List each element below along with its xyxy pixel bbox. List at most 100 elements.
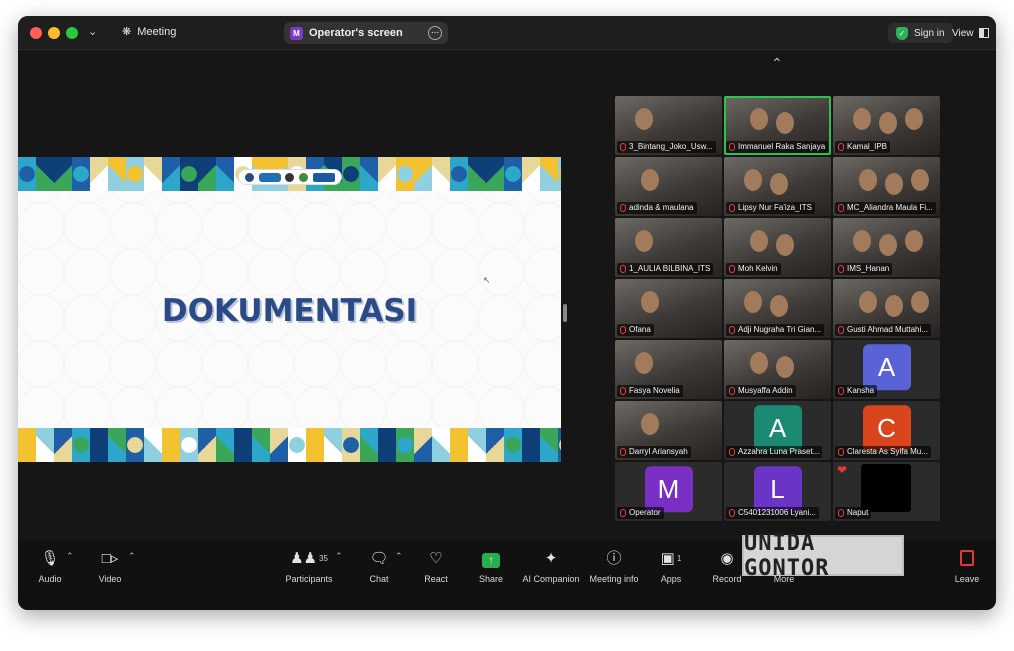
- participant-tile[interactable]: Immanuel Raka Sanjaya: [724, 96, 831, 155]
- video-button[interactable]: □▹ ⌃ Video: [78, 550, 142, 584]
- muted-microphone-icon: [620, 387, 626, 395]
- avatar: M: [644, 465, 693, 512]
- decor-tile: [450, 428, 468, 462]
- minimize-window-button[interactable]: [48, 27, 60, 39]
- chevron-up-icon[interactable]: ⌃: [128, 551, 136, 562]
- leave-button[interactable]: Leave: [935, 550, 996, 584]
- share-screen-icon: ↑: [482, 553, 500, 568]
- decor-tile: [360, 157, 378, 191]
- decor-tile: [270, 428, 288, 462]
- more-options-icon[interactable]: ⋯: [428, 26, 442, 40]
- participants-button[interactable]: ♟♟ 35 ⌃ Participants: [277, 550, 343, 584]
- muted-microphone-icon: [620, 204, 626, 212]
- zoom-window: ⌄ ❋ Meeting M Operator's screen ⋯ ✓ Sign…: [18, 16, 996, 610]
- decor-tile: [306, 428, 324, 462]
- muted-microphone-icon: [838, 204, 844, 212]
- participant-tile[interactable]: Darryl Ariansyah: [615, 401, 722, 460]
- leave-label: Leave: [954, 574, 980, 584]
- meeting-content: DOKUMENTASI ↖ ⌃ 3_Bintang_Joko_Usw... Imm…: [18, 51, 996, 541]
- decor-tile: [522, 428, 540, 462]
- participant-face: [776, 356, 794, 378]
- ai-companion-button[interactable]: ✦ AI Companion: [519, 550, 583, 584]
- participant-tile[interactable]: Adji Nugraha Tri Gian...: [724, 279, 831, 338]
- decor-tile: [522, 157, 540, 191]
- participant-tile[interactable]: Ofana: [615, 279, 722, 338]
- chevron-up-icon[interactable]: ⌃: [335, 551, 343, 562]
- logo-icon: [245, 172, 255, 182]
- participant-tile[interactable]: Gusti Ahmad Muttahi...: [833, 279, 940, 338]
- chat-label: Chat: [369, 574, 389, 584]
- decor-tile: [144, 157, 162, 191]
- decor-tile: [108, 157, 126, 191]
- logo-icon: [258, 172, 281, 182]
- participant-tile[interactable]: 1_AULIA BILBINA_ITS: [615, 218, 722, 277]
- participant-face: [859, 291, 877, 313]
- view-button[interactable]: View: [946, 23, 995, 43]
- shared-screen-pill[interactable]: M Operator's screen ⋯: [284, 22, 448, 44]
- participants-label: Participants: [285, 574, 333, 584]
- decor-tile: [162, 157, 180, 191]
- participant-name: Immanuel Raka Sanjaya: [726, 141, 829, 153]
- ai-companion-label: AI Companion: [522, 574, 580, 584]
- heart-icon: ❤: [837, 463, 848, 477]
- participant-tile[interactable]: adinda & maulana: [615, 157, 722, 216]
- participant-face: [911, 291, 929, 313]
- decor-tile: [36, 157, 54, 191]
- decor-tile: [540, 157, 558, 191]
- participant-face: [744, 291, 762, 313]
- participant-tile[interactable]: M Operator: [615, 462, 722, 521]
- participant-face: [770, 173, 788, 195]
- participant-tile[interactable]: IMS_Hanan: [833, 218, 940, 277]
- view-label: View: [952, 27, 974, 39]
- avatar: L: [753, 465, 802, 512]
- close-window-button[interactable]: [30, 27, 42, 39]
- participant-name: C5401231006 Lyani...: [726, 507, 819, 519]
- participant-tile[interactable]: A Azzahra Luna Praset...: [724, 401, 831, 460]
- meeting-info-button[interactable]: ⓘ Meeting info: [582, 550, 646, 584]
- avatar: A: [753, 404, 802, 451]
- participant-tile[interactable]: Fasya Novelia: [615, 340, 722, 399]
- title-bar: ⌄ ❋ Meeting M Operator's screen ⋯ ✓ Sign…: [18, 16, 996, 50]
- participant-tile[interactable]: Moh Kelvin: [724, 218, 831, 277]
- decor-tile: [18, 428, 36, 462]
- split-resize-handle[interactable]: [563, 304, 567, 322]
- audio-button[interactable]: 🎙 ⌃ Audio: [18, 550, 82, 584]
- chat-button[interactable]: 🗨 ⌃ Chat: [347, 550, 411, 584]
- participant-tile[interactable]: Kamal_IPB: [833, 96, 940, 155]
- participant-name: 1_AULIA BILBINA_ITS: [617, 263, 714, 275]
- participant-tile[interactable]: L C5401231006 Lyani...: [724, 462, 831, 521]
- participant-tile[interactable]: MC_Aliandra Maula Fi...: [833, 157, 940, 216]
- decor-tile: [504, 157, 522, 191]
- participants-count: 35: [319, 554, 328, 563]
- participant-name: adinda & maulana: [617, 202, 697, 214]
- participant-face: [885, 295, 903, 317]
- chevron-up-icon[interactable]: ⌃: [395, 551, 403, 562]
- video-label: Video: [98, 574, 122, 584]
- sign-in-button[interactable]: ✓ Sign in: [888, 23, 953, 43]
- participant-name: Ofana: [617, 324, 654, 336]
- chevron-up-icon[interactable]: ⌃: [766, 55, 788, 71]
- avatar: M: [290, 26, 303, 40]
- participant-tile[interactable]: Musyaffa Addin: [724, 340, 831, 399]
- decor-tile: [540, 428, 558, 462]
- participant-tile[interactable]: C Claresta As Syifa Mu...: [833, 401, 940, 460]
- shared-slide: DOKUMENTASI ↖: [18, 157, 561, 462]
- participant-face: [770, 295, 788, 317]
- participant-tile[interactable]: Lipsy Nur Fa'iza_ITS: [724, 157, 831, 216]
- decor-tile: [180, 428, 198, 462]
- decor-tile: [126, 428, 144, 462]
- decor-tile: [504, 428, 522, 462]
- avatar: A: [862, 343, 911, 390]
- chevron-down-icon[interactable]: ⌄: [88, 25, 97, 38]
- apps-button[interactable]: ▣ 1 Apps: [639, 550, 703, 584]
- participant-tile[interactable]: A Kansha: [833, 340, 940, 399]
- decor-tile: [234, 428, 252, 462]
- participant-tile[interactable]: 3_Bintang_Joko_Usw...: [615, 96, 722, 155]
- muted-microphone-icon: [729, 326, 735, 334]
- muted-microphone-icon: [838, 448, 844, 456]
- participant-name: Operator: [617, 507, 664, 519]
- share-button[interactable]: ↑ Share: [459, 550, 523, 584]
- chevron-up-icon[interactable]: ⌃: [66, 551, 74, 562]
- zoom-window-button[interactable]: [66, 27, 78, 39]
- participant-tile[interactable]: ❤ Naput: [833, 462, 940, 521]
